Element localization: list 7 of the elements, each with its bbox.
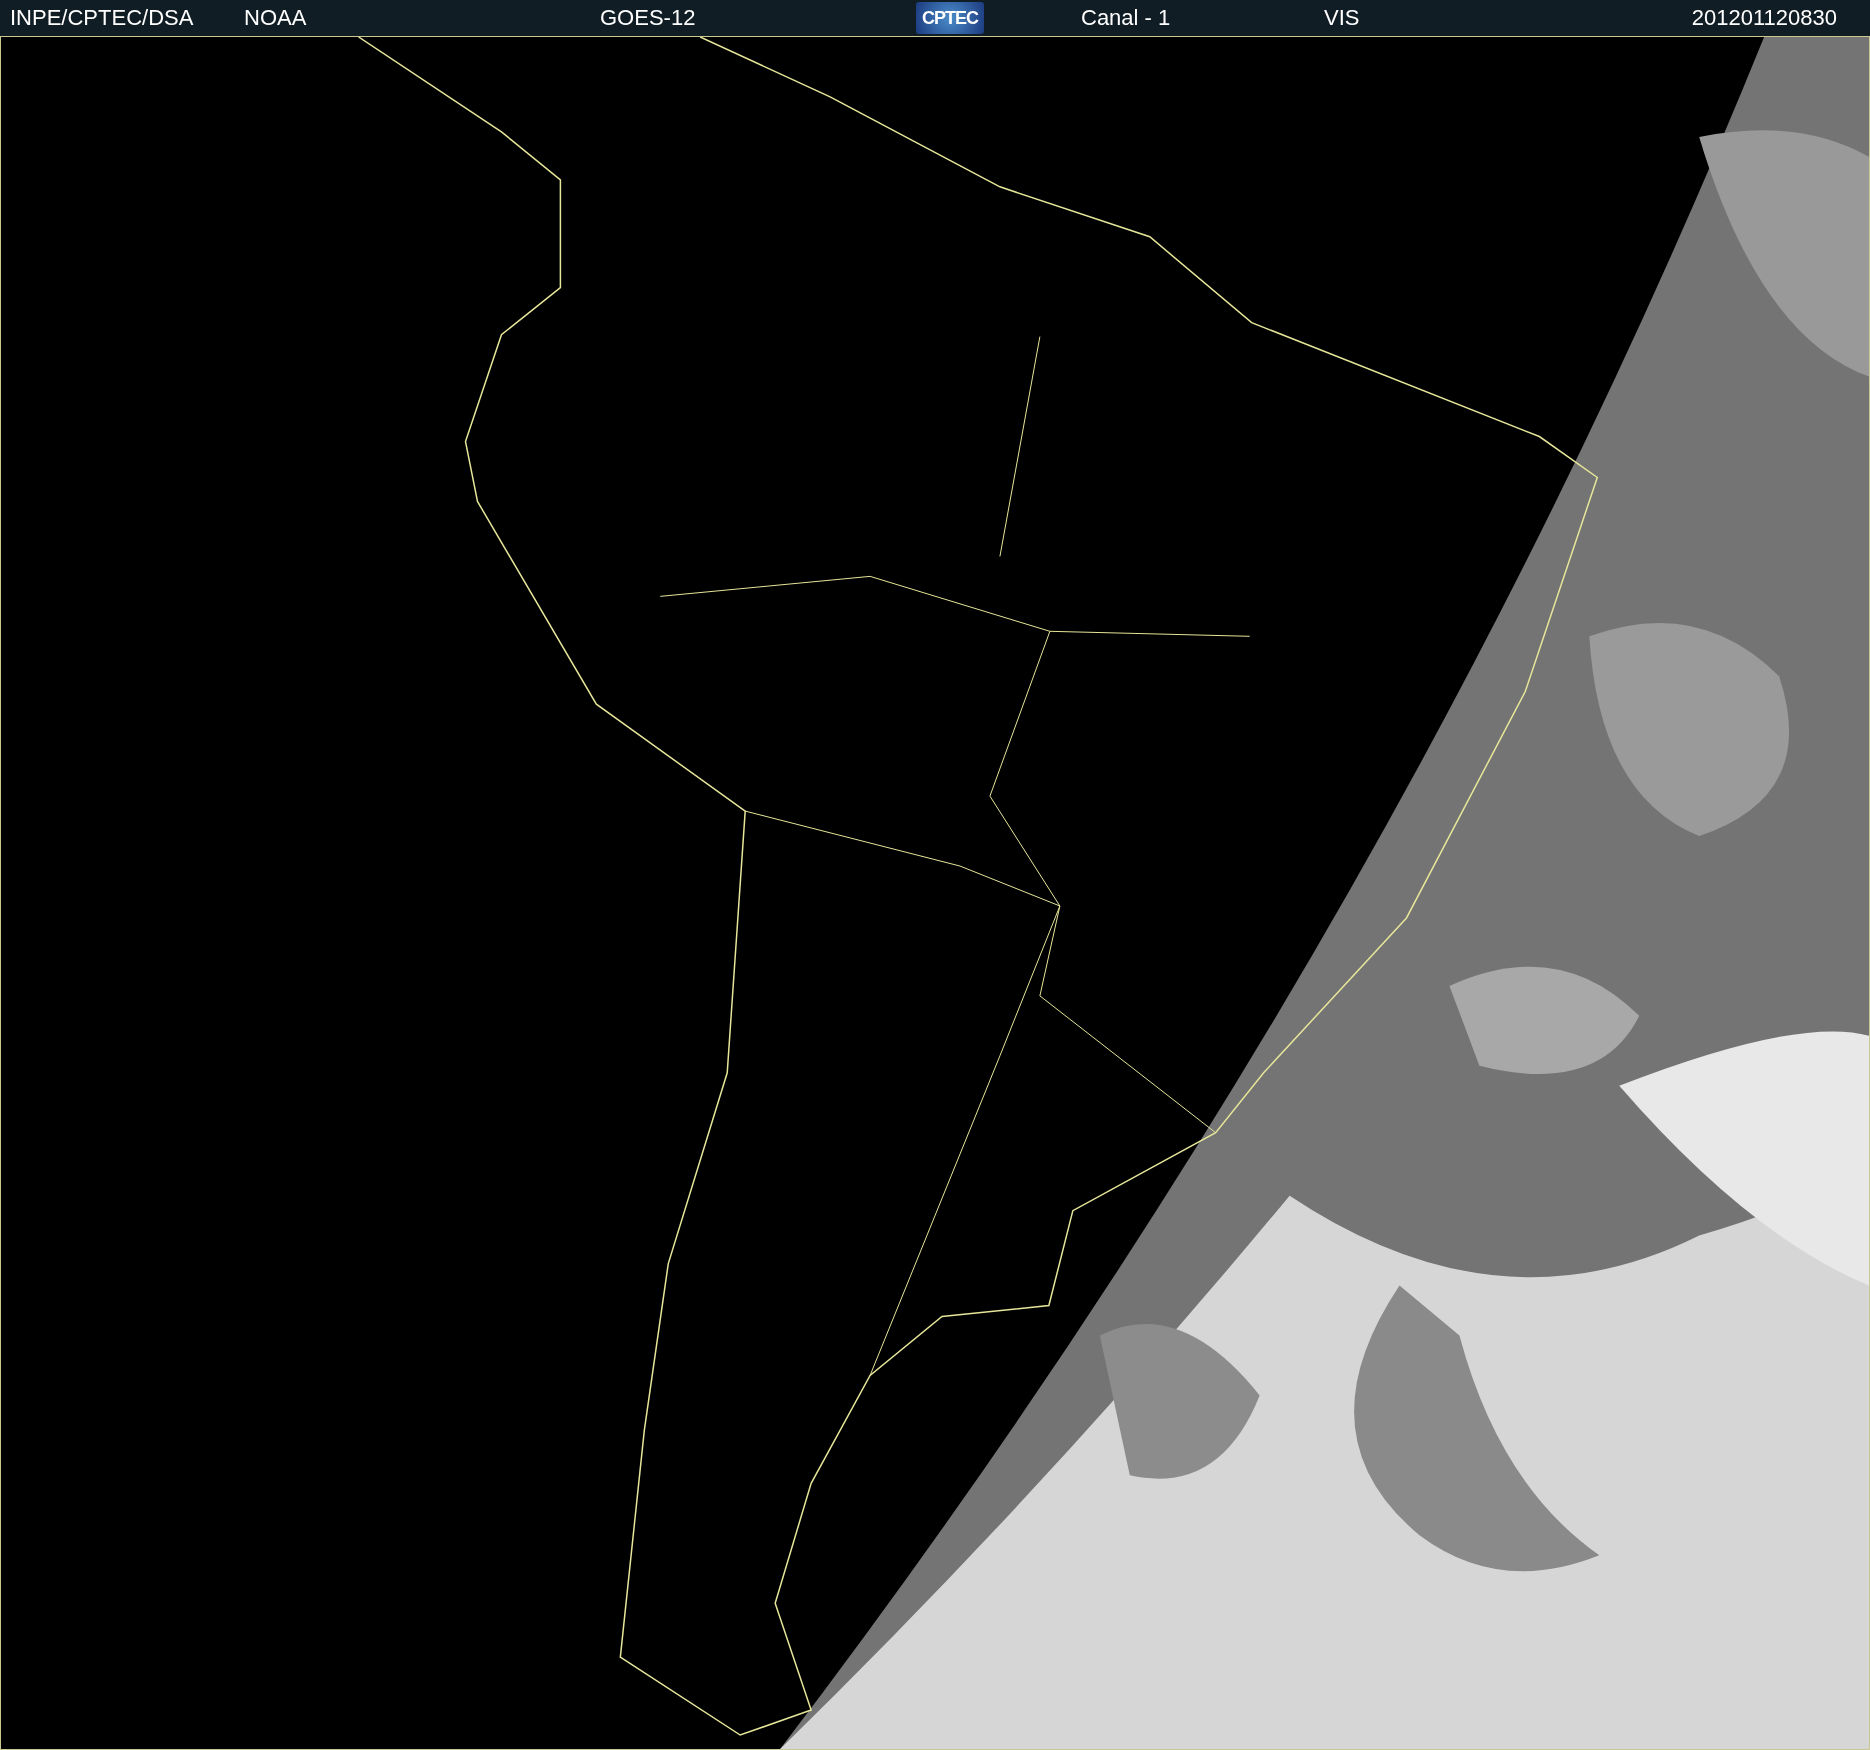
header-label: VIS: [1324, 5, 1361, 31]
header-label: Canal - 1: [1081, 5, 1172, 31]
header-label: NOAA: [244, 5, 308, 31]
header-label: 201201120830: [1691, 5, 1837, 31]
header-label: GOES-12: [600, 5, 697, 31]
header-label: INPE/CPTEC/DSA: [10, 5, 195, 31]
logo: CPTEC: [916, 2, 984, 34]
